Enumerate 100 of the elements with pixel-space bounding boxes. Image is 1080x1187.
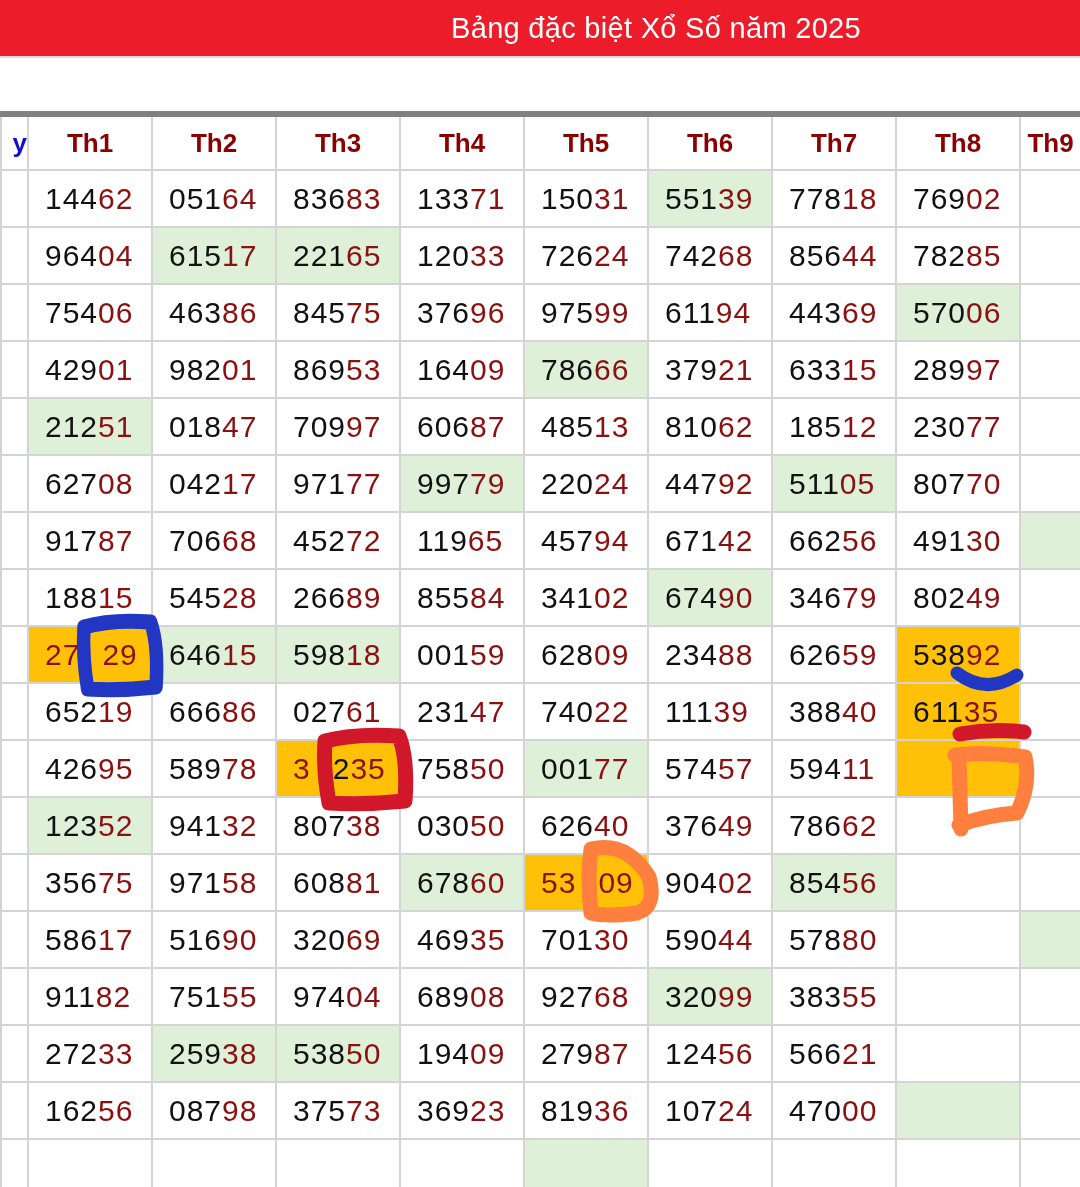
table-cell: 12352 (28, 797, 152, 854)
table-cell: 57457 (648, 740, 772, 797)
table-cell: 14462 (28, 170, 152, 227)
table-cell: 23077 (896, 398, 1020, 455)
table-cell: 10724 (648, 1082, 772, 1139)
table-cell: 55139 (648, 170, 772, 227)
table-cell: 91182 (28, 968, 152, 1025)
number-part: 09 (598, 865, 634, 900)
table-cell: 60881 (276, 854, 400, 911)
table-cell: 59044 (648, 911, 772, 968)
table-cell: 91787 (28, 512, 152, 569)
table-cell: 80770 (896, 455, 1020, 512)
number-part: 27 (45, 637, 81, 672)
table-cell: 46386 (152, 284, 276, 341)
table-cell: 05164 (152, 170, 276, 227)
table-cell: 72624 (524, 227, 648, 284)
table-cell: 97404 (276, 968, 400, 1025)
table-cell: 97599 (524, 284, 648, 341)
table-cell: 59818 (276, 626, 400, 683)
table-cell: 51690 (152, 911, 276, 968)
table-cell: 25938 (152, 1025, 276, 1082)
table-cell: 62708 (28, 455, 152, 512)
table-cell: 47000 (772, 1082, 896, 1139)
table-cell: 19409 (400, 1025, 524, 1082)
table-cell: 67860 (400, 854, 524, 911)
table-cell: 37696 (400, 284, 524, 341)
table-cell: 90402 (648, 854, 772, 911)
table-cell: 99779 (400, 455, 524, 512)
table-cell: 66256 (772, 512, 896, 569)
table-cell: 03050 (400, 797, 524, 854)
table-cell: 37921 (648, 341, 772, 398)
number-part: 61135 (913, 694, 1000, 729)
table-cell: 96404 (28, 227, 152, 284)
table-cell: 97177 (276, 455, 400, 512)
table-cell: 63315 (772, 341, 896, 398)
table-cell: 13371 (400, 170, 524, 227)
table-cell: 45272 (276, 512, 400, 569)
table-cell: 23147 (400, 683, 524, 740)
table-cell: 83683 (276, 170, 400, 227)
table-cell: 85584 (400, 569, 524, 626)
table-cell: 42695 (28, 740, 152, 797)
table-cell: 62809 (524, 626, 648, 683)
table-cell: 32099 (648, 968, 772, 1025)
table-cell: 49130 (896, 512, 1020, 569)
table-cell: 48513 (524, 398, 648, 455)
table-cell: 75406 (28, 284, 152, 341)
table-cell: 26689 (276, 569, 400, 626)
table-cell: 54528 (152, 569, 276, 626)
table-cell: 86953 (276, 341, 400, 398)
table-cell: 32069 (276, 911, 400, 968)
table-cell: 75155 (152, 968, 276, 1025)
column-header: y (1, 117, 28, 170)
table-cell: 98201 (152, 341, 276, 398)
table-cell: 78666 (524, 341, 648, 398)
table-cell: 46935 (400, 911, 524, 968)
table-cell: 37573 (276, 1082, 400, 1139)
table-cell: 80249 (896, 569, 1020, 626)
table-cell: 15031 (524, 170, 648, 227)
table-cell: 70997 (276, 398, 400, 455)
table-cell: 57880 (772, 911, 896, 968)
table-cell: 36923 (400, 1082, 524, 1139)
table-cell: 67142 (648, 512, 772, 569)
number-part: 3 (293, 751, 311, 786)
table-cell: 56621 (772, 1025, 896, 1082)
table-cell: 68908 (400, 968, 524, 1025)
table-cell: 00159 (400, 626, 524, 683)
table-cell: 38355 (772, 968, 896, 1025)
table-cell: 18512 (772, 398, 896, 455)
table-cell: 11139 (648, 683, 772, 740)
table-cell: 37649 (648, 797, 772, 854)
table-cell: 12033 (400, 227, 524, 284)
page-title: Bảng đặc biệt Xổ Số năm 2025 (451, 11, 861, 45)
table-cell: 34679 (772, 569, 896, 626)
table-cell: 70668 (152, 512, 276, 569)
table-cell: 44792 (648, 455, 772, 512)
number-part: 53 (541, 865, 577, 900)
table-cell: 61517 (152, 227, 276, 284)
table-cell: 59411 (772, 740, 896, 797)
table-cell: 92768 (524, 968, 648, 1025)
table-cell: 42901 (28, 341, 152, 398)
table-cell: 61194 (648, 284, 772, 341)
table-cell: 85456 (772, 854, 896, 911)
table-cell: 35675 (28, 854, 152, 911)
table-cell: 22024 (524, 455, 648, 512)
table-cell: 84575 (276, 284, 400, 341)
table-cell: 27233 (28, 1025, 152, 1082)
table-cell: 58617 (28, 911, 152, 968)
table-cell: 62659 (772, 626, 896, 683)
table-cell: 66686 (152, 683, 276, 740)
table-cell: 11965 (400, 512, 524, 569)
table-cell: 12456 (648, 1025, 772, 1082)
table-cell: 22165 (276, 227, 400, 284)
table-cell: 60687 (400, 398, 524, 455)
table-cell: 85644 (772, 227, 896, 284)
table-cell: 16256 (28, 1082, 152, 1139)
table-cell: 08798 (152, 1082, 276, 1139)
table-cell: 45794 (524, 512, 648, 569)
table-cell: 27987 (524, 1025, 648, 1082)
number-part: 235 (332, 751, 386, 786)
table-cell: 16409 (400, 341, 524, 398)
